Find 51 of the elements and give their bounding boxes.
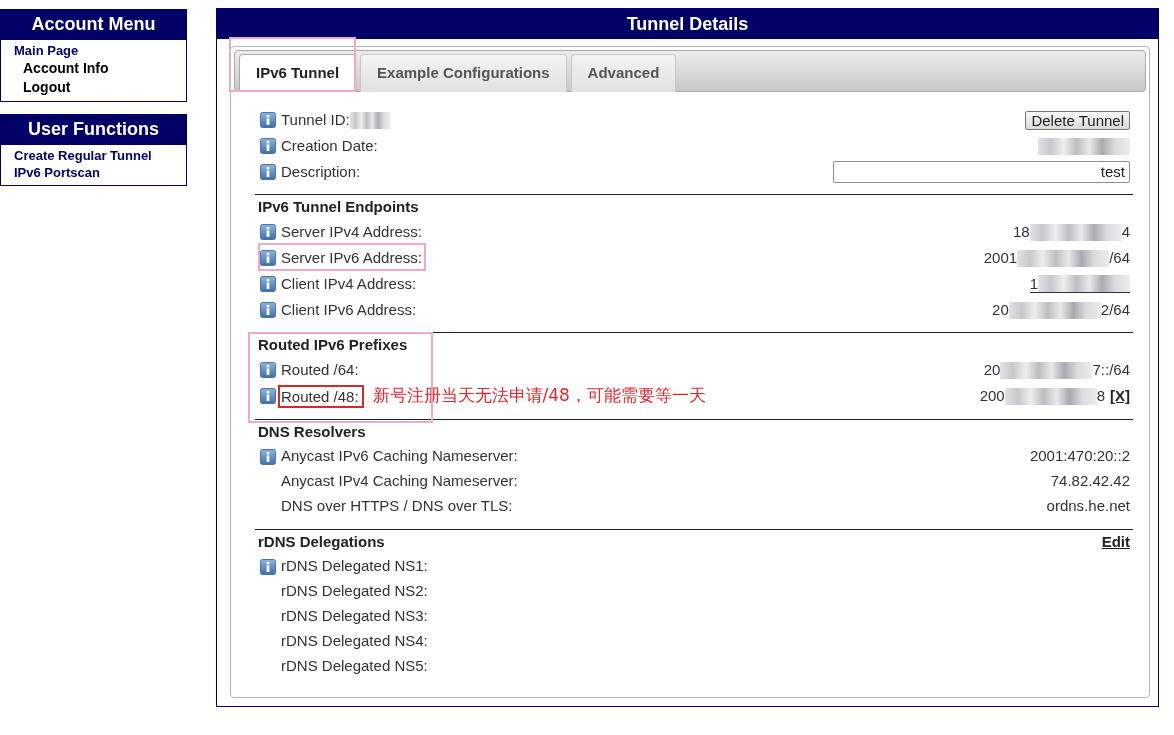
menu-title: User Functions bbox=[0, 114, 187, 145]
value-text: 74.82.42.42 bbox=[1050, 471, 1130, 492]
field-label: Routed /64: bbox=[281, 359, 359, 380]
field-label: rDNS Delegated NS2: bbox=[281, 581, 428, 602]
tab[interactable]: Advanced bbox=[570, 54, 677, 92]
field-label: Routed /48: bbox=[278, 384, 364, 408]
menu-title: Account Menu bbox=[0, 9, 187, 40]
value-text: 18 bbox=[1012, 221, 1030, 242]
menu-link[interactable]: IPv6 Portscan bbox=[14, 164, 100, 181]
panel-title: Tunnel Details bbox=[217, 9, 1158, 39]
field-label: rDNS Delegated NS3: bbox=[281, 606, 428, 627]
value-text: /64 bbox=[1109, 247, 1130, 268]
value-text: 20 bbox=[992, 299, 1009, 320]
pixelated-blur bbox=[349, 111, 390, 129]
field-label: Tunnel ID: bbox=[281, 109, 350, 130]
field-label: Anycast IPv6 Caching Nameserver: bbox=[281, 446, 518, 467]
field-label: Client IPv4 Address: bbox=[281, 273, 417, 294]
field-label: Description: bbox=[281, 161, 361, 182]
value-text: 8 bbox=[1096, 385, 1105, 406]
field-label: Client IPv6 Address: bbox=[281, 299, 417, 320]
field-label: DNS over HTTPS / DNS over TLS: bbox=[281, 496, 513, 517]
menu-link[interactable]: Main Page bbox=[14, 42, 79, 59]
tab[interactable]: IPv6 Tunnel bbox=[239, 54, 357, 92]
value-text: ordns.he.net bbox=[1046, 496, 1130, 517]
menu-link[interactable]: Create Regular Tunnel bbox=[14, 147, 152, 164]
value-text: 4 bbox=[1121, 221, 1130, 242]
field-label: rDNS Delegated NS1: bbox=[281, 556, 428, 577]
edit-link[interactable]: Edit bbox=[1101, 530, 1130, 554]
field-label: Server IPv6 Address: bbox=[281, 247, 422, 268]
value-text: 2001 bbox=[983, 247, 1018, 268]
value-text: 20 bbox=[983, 359, 1001, 380]
section-heading: IPv6 Tunnel Endpoints bbox=[258, 196, 419, 217]
remove-link[interactable]: [X] bbox=[1110, 384, 1130, 408]
description-input[interactable]: test bbox=[833, 161, 1130, 183]
delete-button[interactable]: Delete Tunnel bbox=[1025, 110, 1130, 130]
menu-link[interactable]: Account Info bbox=[23, 59, 109, 78]
section-heading: DNS Resolvers bbox=[258, 421, 366, 442]
field-label: Anycast IPv4 Caching Nameserver: bbox=[281, 471, 518, 492]
menu-link[interactable]: Logout bbox=[23, 78, 71, 97]
field-label: Server IPv4 Address: bbox=[281, 221, 422, 242]
value-text: 2/64 bbox=[1100, 299, 1130, 320]
section-heading: rDNS Delegations bbox=[258, 531, 385, 552]
address-link[interactable]: 1 bbox=[1029, 275, 1130, 293]
field-label: Creation Date: bbox=[281, 135, 378, 156]
value-text: 200 bbox=[979, 385, 1005, 406]
value-text: 7::/64 bbox=[1092, 359, 1130, 380]
field-label: rDNS Delegated NS5: bbox=[281, 656, 428, 677]
section-heading: Routed IPv6 Prefixes bbox=[258, 334, 408, 355]
value-text: 2001:470:20::2 bbox=[1029, 446, 1130, 467]
tab[interactable]: Example Configurations bbox=[360, 54, 567, 92]
field-label: rDNS Delegated NS4: bbox=[281, 631, 428, 652]
